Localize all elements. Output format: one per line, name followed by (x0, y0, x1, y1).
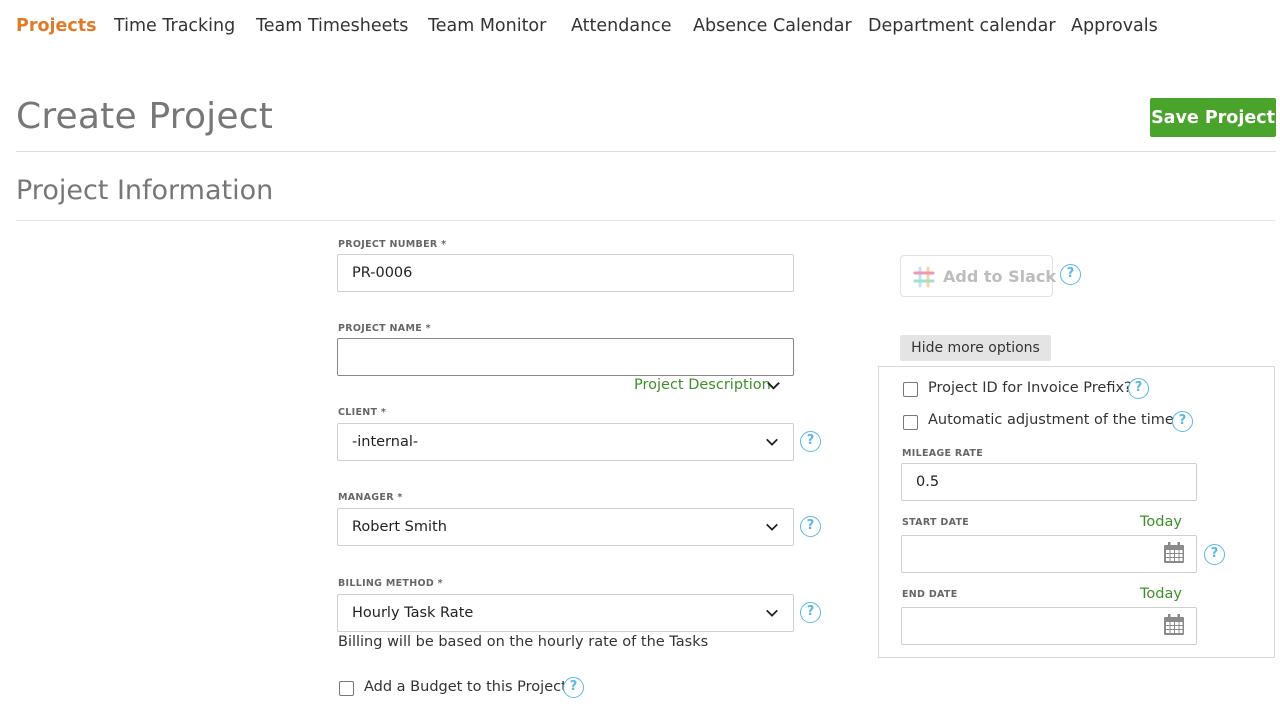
project-name-label: PROJECT NAME * (338, 323, 431, 334)
end-date-label: END DATE (902, 589, 958, 600)
chevron-down-icon (766, 438, 778, 446)
client-help-icon[interactable]: ? (800, 431, 821, 452)
nav-item-approvals[interactable]: Approvals (1071, 16, 1158, 36)
client-label: CLIENT * (338, 407, 387, 418)
end-date-input[interactable] (901, 607, 1197, 645)
add-to-slack-button[interactable]: Add to Slack (900, 255, 1056, 297)
project-name-input[interactable] (337, 338, 794, 376)
slack-logo-icon (913, 266, 935, 288)
nav-item-projects[interactable]: Projects (16, 16, 97, 36)
mileage-rate-label: MILEAGE RATE (902, 448, 983, 459)
chevron-down-icon (766, 523, 778, 531)
slack-help-icon[interactable]: ? (1060, 264, 1081, 285)
hide-more-options-button[interactable]: Hide more options (900, 335, 1051, 361)
save-project-button[interactable]: Save Project (1150, 98, 1276, 137)
manager-selected-value: Robert Smith (352, 519, 447, 535)
end-date-today-link[interactable]: Today (1140, 586, 1182, 602)
nav-item-absence-calendar[interactable]: Absence Calendar (693, 16, 852, 36)
start-date-label: START DATE (902, 517, 970, 528)
mileage-rate-input[interactable] (901, 463, 1197, 501)
manager-label: MANAGER * (338, 492, 403, 503)
nav-item-department-calendar[interactable]: Department calendar (868, 16, 1056, 36)
nav-item-team-monitor[interactable]: Team Monitor (428, 16, 546, 36)
header-divider (16, 151, 1276, 152)
auto-adjust-help-icon[interactable]: ? (1172, 411, 1193, 432)
project-description-link[interactable]: Project Description (634, 377, 771, 393)
start-date-today-link[interactable]: Today (1140, 514, 1182, 530)
nav-item-team-timesheets[interactable]: Team Timesheets (256, 16, 408, 36)
chevron-down-icon (766, 609, 778, 617)
client-select[interactable]: -internal- (337, 423, 794, 461)
calendar-icon[interactable] (1162, 613, 1186, 637)
chevron-down-icon[interactable] (766, 378, 781, 393)
section-title: Project Information (16, 175, 274, 206)
manager-help-icon[interactable]: ? (800, 516, 821, 537)
billing-method-note: Billing will be based on the hourly rate… (338, 634, 709, 650)
invoice-prefix-checkbox[interactable] (903, 382, 918, 397)
client-selected-value: -internal- (352, 434, 419, 450)
project-number-input[interactable] (337, 254, 794, 292)
invoice-prefix-help-icon[interactable]: ? (1128, 378, 1149, 399)
top-navigation: Projects Time Tracking Team Timesheets T… (0, 0, 1280, 54)
billing-method-help-icon[interactable]: ? (800, 602, 821, 623)
billing-method-label: BILLING METHOD * (338, 578, 443, 589)
project-number-label: PROJECT NUMBER * (338, 239, 447, 250)
calendar-icon[interactable] (1162, 541, 1186, 565)
add-to-slack-label: Add to Slack (943, 267, 1056, 286)
invoice-prefix-label[interactable]: Project ID for Invoice Prefix? (928, 380, 1132, 396)
budget-checkbox[interactable] (339, 681, 354, 696)
auto-adjust-label[interactable]: Automatic adjustment of the time? (928, 412, 1182, 428)
start-date-help-icon[interactable]: ? (1204, 544, 1225, 565)
budget-checkbox-label[interactable]: Add a Budget to this Project (364, 679, 567, 695)
page-title: Create Project (16, 96, 274, 137)
auto-adjust-checkbox[interactable] (903, 415, 918, 430)
billing-method-selected-value: Hourly Task Rate (352, 605, 474, 621)
nav-item-time-tracking[interactable]: Time Tracking (114, 16, 235, 36)
manager-select[interactable]: Robert Smith (337, 508, 794, 546)
billing-method-select[interactable]: Hourly Task Rate (337, 594, 794, 632)
budget-help-icon[interactable]: ? (563, 677, 584, 698)
nav-item-attendance[interactable]: Attendance (571, 16, 672, 36)
start-date-input[interactable] (901, 535, 1197, 573)
section-divider (16, 220, 1276, 221)
